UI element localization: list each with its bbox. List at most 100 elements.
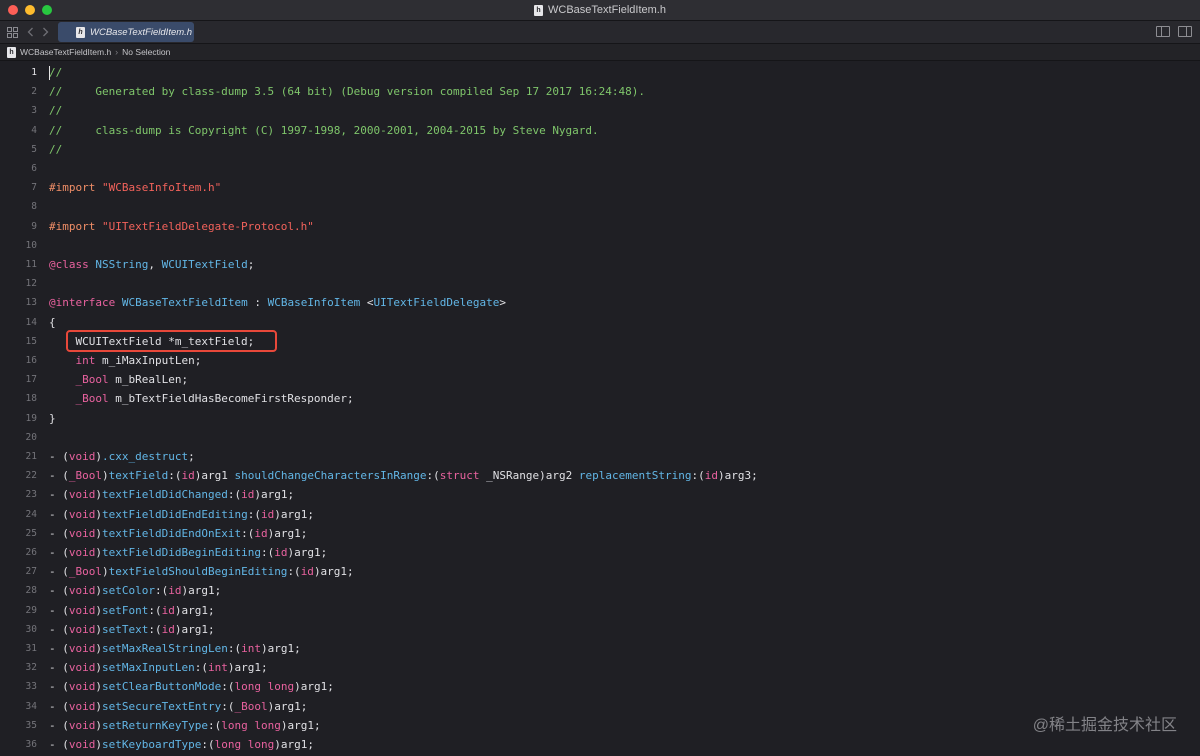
inspector-icon[interactable]	[1178, 26, 1192, 37]
code-line[interactable]: 32 - (void)setMaxInputLen:(int)arg1;	[0, 658, 1200, 677]
code-line[interactable]: 26 - (void)textFieldDidBeginEditing:(id)a…	[0, 543, 1200, 562]
code-token: //	[49, 142, 63, 156]
code-token: )arg1;	[174, 603, 215, 617]
tab-wcbasetextfielditem[interactable]: h WCBaseTextFieldItem.h	[58, 22, 194, 42]
grid-icon[interactable]	[5, 24, 19, 40]
code-token: )	[102, 469, 109, 483]
code-line[interactable]: 2 // Generated by class-dump 3.5 (64 bit)…	[0, 82, 1200, 101]
code-line[interactable]: 25 - (void)textFieldDidEndOnExit:(id)arg1…	[0, 524, 1200, 543]
code-line[interactable]: 17 _Bool m_bRealLen;	[0, 370, 1200, 389]
code-line[interactable]: 18 _Bool m_bTextFieldHasBecomeFirstRespo…	[0, 389, 1200, 408]
code-line[interactable]: 12	[0, 274, 1200, 293]
code-token: setReturnKeyType	[102, 718, 208, 732]
code-line[interactable]: 24 - (void)textFieldDidEndEditing:(id)arg…	[0, 505, 1200, 524]
code-text: - (void)setKeyboardType:(long long)arg1;	[49, 738, 314, 751]
code-token: UITextFieldDelegate	[373, 296, 500, 310]
code-line[interactable]: 5 //	[0, 140, 1200, 159]
code-line[interactable]: 29 - (void)setFont:(id)arg1;	[0, 601, 1200, 620]
code-token: )	[95, 526, 102, 540]
code-line[interactable]: 16 int m_iMaxInputLen;	[0, 351, 1200, 370]
code-line[interactable]: 27 - (_Bool)textFieldShouldBeginEditing:(…	[0, 562, 1200, 581]
chevron-right-icon[interactable]	[39, 24, 51, 40]
code-token: )arg3;	[717, 469, 758, 483]
code-token: {	[49, 315, 56, 329]
code-line[interactable]: 21 - (void).cxx_destruct;	[0, 447, 1200, 466]
code-token: void	[68, 718, 96, 732]
code-token: id	[181, 469, 195, 483]
line-number: 28	[25, 585, 37, 597]
line-number: 20	[25, 431, 37, 443]
line-number: 12	[25, 278, 37, 290]
code-line[interactable]: 9 #import "UITextFieldDelegate-Protocol.h…	[0, 217, 1200, 236]
code-token: void	[68, 507, 96, 521]
code-line[interactable]: 6	[0, 159, 1200, 178]
code-token: - (	[49, 603, 69, 617]
code-token: )	[102, 565, 109, 579]
code-token: setClearButtonMode	[102, 680, 222, 694]
code-token: - (	[49, 450, 69, 463]
code-token: id	[274, 546, 288, 559]
code-line[interactable]: 31 - (void)setMaxRealStringLen:(int)arg1;	[0, 639, 1200, 658]
code-text: - (void)textFieldDidEndEditing:(id)arg1;	[49, 508, 314, 521]
code-token: setMaxRealStringLen	[102, 642, 228, 655]
line-number: 1	[31, 67, 37, 78]
code-line[interactable]: 28 - (void)setColor:(id)arg1;	[0, 581, 1200, 600]
code-line[interactable]: 20	[0, 428, 1200, 447]
code-line[interactable]: 14 {	[0, 313, 1200, 332]
code-token: )arg1;	[181, 584, 222, 598]
code-line[interactable]: 35 - (void)setReturnKeyType:(long long)ar…	[0, 716, 1200, 735]
code-line[interactable]: 33 - (void)setClearButtonMode:(long long)…	[0, 677, 1200, 696]
code-line[interactable]: 10	[0, 236, 1200, 255]
code-line[interactable]: 22- (_Bool)textField:(id)arg1 shouldChan…	[0, 466, 1200, 485]
code-token: id	[161, 622, 175, 636]
code-token: >	[499, 296, 507, 310]
code-token: )	[95, 738, 102, 751]
code-token: _Bool	[75, 392, 109, 406]
code-line[interactable]: 36 - (void)setKeyboardType:(long long)arg…	[0, 735, 1200, 754]
code-line[interactable]: 11 @class NSString, WCUITextField;	[0, 255, 1200, 274]
code-line[interactable]: 13 @interface WCBaseTextFieldItem : WCBas…	[0, 293, 1200, 312]
code-line[interactable]: 34 - (void)setSecureTextEntry:(_Bool)arg1…	[0, 697, 1200, 716]
code-text: - (void)setClearButtonMode:(long long)ar…	[49, 680, 334, 693]
code-token: id	[300, 565, 314, 579]
code-line[interactable]: 30 - (void)setText:(id)arg1;	[0, 620, 1200, 639]
code-token: :(	[227, 488, 242, 502]
code-token: - (	[49, 699, 69, 713]
source-editor[interactable]: 1 // 2 // Generated by class-dump 3.5 (64 b…	[0, 62, 1200, 756]
code-token: - (	[49, 565, 69, 579]
code-line[interactable]: 4 // class-dump is Copyright (C) 1997-199…	[0, 121, 1200, 140]
line-number: 8	[31, 201, 37, 213]
code-line[interactable]: 23 - (void)textFieldDidChanged:(id)arg1;	[0, 485, 1200, 504]
code-token: id	[254, 526, 268, 540]
code-token: #import	[49, 181, 102, 195]
code-text: - (void)setColor:(id)arg1;	[49, 584, 221, 597]
code-token: )	[95, 603, 102, 617]
code-text: _Bool m_bRealLen;	[49, 373, 189, 386]
line-number: 4	[31, 124, 37, 136]
jumpbar-file[interactable]: WCBaseTextFieldItem.h	[20, 47, 111, 57]
line-number: 18	[25, 393, 37, 405]
code-line[interactable]: 1 //	[0, 63, 1200, 82]
code-line[interactable]: 7 #import "WCBaseInfoItem.h"	[0, 178, 1200, 197]
code-token: :(	[426, 469, 440, 483]
line-number: 35	[25, 719, 37, 731]
code-token: setFont	[102, 603, 149, 617]
code-line[interactable]: 3 //	[0, 101, 1200, 120]
code-token: WCUITextField *m_textField;	[49, 334, 255, 348]
code-text: #import "WCBaseInfoItem.h"	[49, 181, 221, 194]
code-line[interactable]: 8	[0, 197, 1200, 216]
code-token: // class-dump is Copyright (C) 1997-1998…	[49, 123, 599, 137]
code-token: - (	[49, 642, 69, 655]
code-line[interactable]: 15 WCUITextField *m_textField;	[0, 332, 1200, 351]
code-token: - (	[49, 738, 69, 751]
code-line[interactable]: 19}	[0, 409, 1200, 428]
jumpbar-selection[interactable]: No Selection	[122, 47, 170, 57]
code-token: setKeyboardType	[102, 738, 202, 751]
chevron-left-icon[interactable]	[24, 24, 36, 40]
code-text: #import "UITextFieldDelegate-Protocol.h"	[49, 220, 314, 233]
editor-options-icon[interactable]	[1156, 26, 1170, 37]
code-text: // Generated by class-dump 3.5 (64 bit) …	[49, 85, 645, 98]
